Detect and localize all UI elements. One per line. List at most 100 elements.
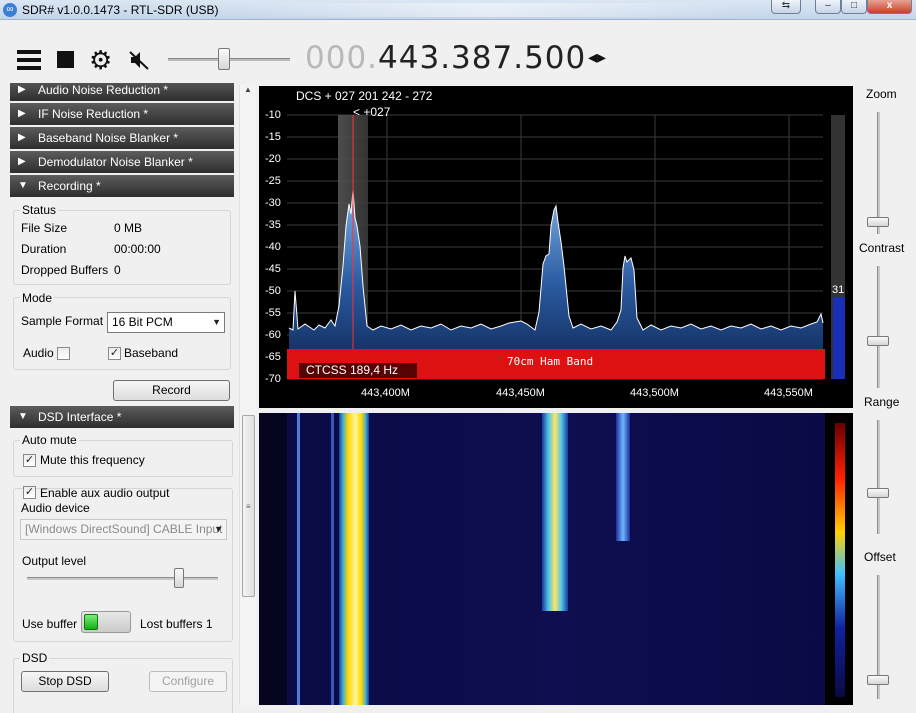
output-level-track[interactable] xyxy=(27,577,218,580)
back-button[interactable]: ⇆ xyxy=(771,0,801,14)
zoom-slider-track[interactable] xyxy=(877,112,880,234)
vfo-marker-label: < +027 xyxy=(353,105,391,119)
range-slider-track[interactable] xyxy=(877,420,880,534)
left-panel-scrollbar[interactable]: ▲ ≡ xyxy=(239,85,256,705)
section-demodulator-noise-blanker[interactable]: ▶ Demodulator Noise Blanker * xyxy=(10,151,234,173)
y-tick-label: -65 xyxy=(265,351,281,363)
frequency-display[interactable]: 000.443.387.500 xyxy=(305,40,586,76)
toolbar: ⚙ 000.443.387.500 ◂▸ xyxy=(0,21,916,83)
offset-slider-thumb[interactable] xyxy=(867,675,889,685)
duration-label: Duration xyxy=(21,242,67,256)
dsd-title: DSD xyxy=(20,651,50,665)
use-buffer-label: Use buffer xyxy=(22,617,78,631)
lost-buffers-label: Lost buffers 1 xyxy=(140,617,213,631)
y-tick-label: -60 xyxy=(265,329,281,341)
menu-icon[interactable] xyxy=(17,50,41,70)
range-label: Range xyxy=(864,395,900,409)
maximize-button[interactable]: □ xyxy=(841,0,867,14)
buffer-led-indicator xyxy=(84,614,98,630)
spectrum-analyzer[interactable]: DCS + 027 201 242 - 272 < +027 70cm Ham … xyxy=(259,86,853,408)
file-size-value: 0 MB xyxy=(114,221,143,235)
mute-icon[interactable] xyxy=(128,49,150,71)
expand-arrow-icon: ▶ xyxy=(18,132,26,143)
sample-format-value: 16 Bit PCM xyxy=(112,315,173,329)
y-tick-label: -45 xyxy=(265,263,281,275)
output-level-thumb[interactable] xyxy=(174,568,185,588)
contrast-label: Contrast xyxy=(859,241,905,255)
y-tick-label: -25 xyxy=(265,175,281,187)
section-label: Baseband Noise Blanker * xyxy=(38,131,179,145)
y-tick-label: -15 xyxy=(265,131,281,143)
contrast-slider-track[interactable] xyxy=(877,266,880,388)
gear-icon[interactable]: ⚙ xyxy=(89,47,112,73)
waterfall-display[interactable] xyxy=(259,413,853,705)
section-label: Demodulator Noise Blanker * xyxy=(38,155,193,169)
expand-arrow-icon: ▶ xyxy=(18,108,26,119)
volume-slider-thumb[interactable] xyxy=(217,48,230,70)
baseband-label: Baseband xyxy=(124,346,179,360)
aux-audio-checkbox[interactable]: ✓ xyxy=(23,486,36,499)
section-audio-noise-reduction[interactable]: ▶ Audio Noise Reduction * xyxy=(10,83,234,101)
dropped-buffers-value: 0 xyxy=(114,263,121,277)
grip-icon: ≡ xyxy=(246,502,251,511)
close-button[interactable]: x xyxy=(867,0,912,14)
configure-button[interactable]: Configure xyxy=(149,671,227,692)
ctcss-readout: CTCSS 189,4 Hz xyxy=(306,363,399,377)
baseband-checkbox[interactable]: ✓ xyxy=(108,347,121,360)
section-label: Audio Noise Reduction * xyxy=(38,83,169,97)
waterfall-carrier-line xyxy=(331,413,334,705)
use-buffer-toggle[interactable] xyxy=(81,611,131,633)
lost-buffers-value: 1 xyxy=(205,617,213,631)
section-recording[interactable]: ▼ Recording * xyxy=(10,175,234,197)
section-if-noise-reduction[interactable]: ▶ IF Noise Reduction * xyxy=(10,103,234,125)
sample-format-select[interactable]: 16 Bit PCM ▼ xyxy=(107,312,225,333)
y-tick-label: -40 xyxy=(265,241,281,253)
waterfall-plot xyxy=(259,413,853,705)
chevron-down-icon: ▼ xyxy=(214,524,223,534)
range-slider-thumb[interactable] xyxy=(867,488,889,498)
section-label: DSD Interface * xyxy=(38,410,122,424)
tune-arrows-icon[interactable]: ◂▸ xyxy=(588,47,606,68)
chevron-down-icon: ▼ xyxy=(212,317,221,327)
mute-frequency-checkbox[interactable]: ✓ xyxy=(23,454,36,467)
mute-frequency-label: Mute this frequency xyxy=(40,453,145,467)
waterfall-signal-strong xyxy=(339,413,369,705)
expand-arrow-icon: ▶ xyxy=(18,84,26,95)
sample-format-label: Sample Format xyxy=(21,314,104,328)
mode-title: Mode xyxy=(20,291,55,305)
waterfall-signal-weak xyxy=(616,413,630,541)
level-meter-bar xyxy=(833,297,845,379)
file-size-label: File Size xyxy=(21,221,68,235)
audio-checkbox[interactable] xyxy=(57,347,70,360)
collapse-arrow-icon: ▼ xyxy=(18,411,28,422)
zoom-label: Zoom xyxy=(866,87,897,101)
offset-label: Offset xyxy=(864,550,896,564)
zoom-slider-thumb[interactable] xyxy=(867,217,889,227)
minimize-button[interactable]: – xyxy=(815,0,841,14)
aux-audio-label: Enable aux audio output xyxy=(40,486,170,500)
stop-icon[interactable] xyxy=(57,51,74,68)
audio-label: Audio xyxy=(23,346,54,360)
frequency-value: 443.387.500 xyxy=(378,40,587,76)
record-button[interactable]: Record xyxy=(113,380,230,401)
title-bar: ∞ SDR# v1.0.0.1473 - RTL-SDR (USB) ⇆ – □… xyxy=(0,0,916,20)
scrollbar-thumb[interactable]: ≡ xyxy=(242,415,255,597)
waterfall-left-margin xyxy=(259,413,287,705)
dcs-readout: DCS + 027 201 242 - 272 xyxy=(296,89,433,103)
dropped-buffers-label: Dropped Buffers xyxy=(21,263,109,277)
contrast-slider-thumb[interactable] xyxy=(867,336,889,346)
scroll-up-icon[interactable]: ▲ xyxy=(244,85,252,94)
y-tick-label: -55 xyxy=(265,307,281,319)
section-baseband-noise-blanker[interactable]: ▶ Baseband Noise Blanker * xyxy=(10,127,234,149)
x-tick-label: 443,500M xyxy=(630,387,679,399)
audio-device-select[interactable]: [Windows DirectSound] CABLE Input (V ▼ xyxy=(20,519,227,540)
stop-dsd-button[interactable]: Stop DSD xyxy=(21,671,109,692)
section-dsd-interface[interactable]: ▼ DSD Interface * xyxy=(10,406,234,428)
y-tick-label: -50 xyxy=(265,285,281,297)
expand-arrow-icon: ▶ xyxy=(18,156,26,167)
window-title: SDR# v1.0.0.1473 - RTL-SDR (USB) xyxy=(22,3,219,17)
x-tick-label: 443,550M xyxy=(764,387,813,399)
audio-device-label: Audio device xyxy=(21,501,90,515)
level-meter-value: 31 xyxy=(832,284,845,296)
status-title: Status xyxy=(20,203,59,217)
